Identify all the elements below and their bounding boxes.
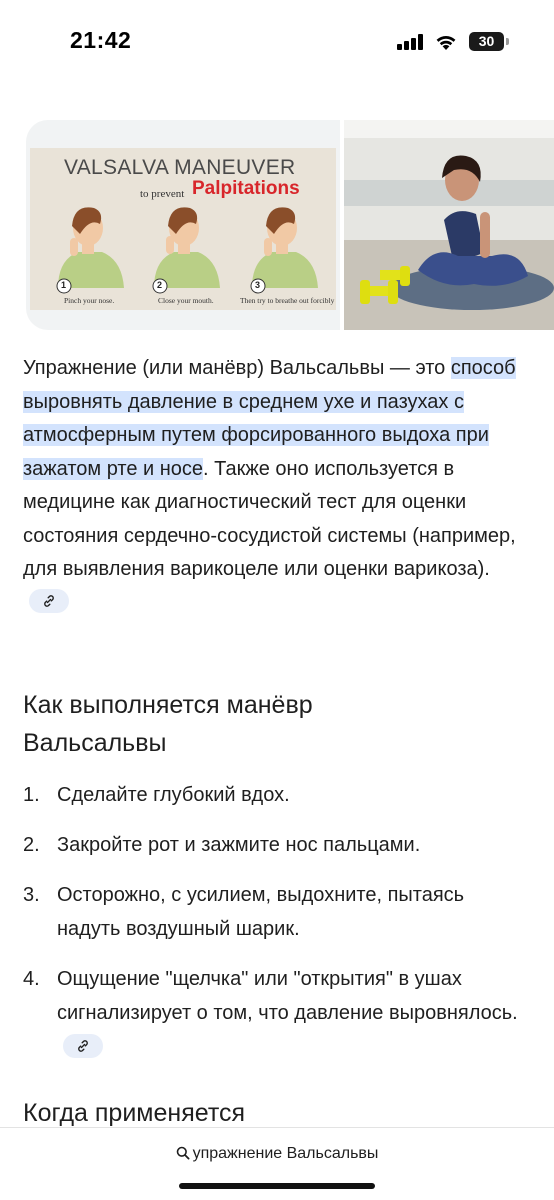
list-item: 3. Осторожно, с усилием, выдохните, пыта… xyxy=(23,878,533,946)
step-number: 1. xyxy=(23,784,40,806)
status-time: 21:42 xyxy=(70,27,132,53)
step-number: 2. xyxy=(23,834,40,856)
image-strip[interactable]: VALSALVA MANEUVER to prevent Palpitation… xyxy=(26,120,554,330)
illustration-figures xyxy=(56,207,318,294)
cellular-signal-icon xyxy=(397,34,425,50)
illustration-panel: VALSALVA MANEUVER to prevent Palpitation… xyxy=(30,148,336,310)
valsalva-illustration-image[interactable]: VALSALVA MANEUVER to prevent Palpitation… xyxy=(26,120,340,330)
step-number-2: 2 xyxy=(157,280,163,290)
step-number: 3. xyxy=(23,884,40,906)
list-item: 1. Сделайте глубокий вдох. xyxy=(23,778,533,812)
step-number-1: 1 xyxy=(61,280,67,290)
link-icon xyxy=(44,595,54,607)
intro-paragraph: Упражнение (или манёвр) Вальсальвы — это… xyxy=(23,352,533,620)
step-text: Ощущение "щелчка" или "открытия" в ушах … xyxy=(57,968,518,1024)
illustration-caption: Pinch your nose. xyxy=(64,296,115,305)
wifi-icon xyxy=(434,31,458,51)
link-icon xyxy=(78,1039,88,1052)
battery-level: 30 xyxy=(478,33,495,49)
source-link-button[interactable] xyxy=(29,589,69,614)
illustration-caption: Close your mouth. xyxy=(158,296,214,305)
fitness-photo xyxy=(344,120,554,330)
home-indicator[interactable] xyxy=(179,1183,375,1189)
step-number: 4. xyxy=(23,968,40,990)
status-bar: 21:42 30 xyxy=(0,0,554,84)
bottom-search-bar[interactable]: упражнение Вальсальвы xyxy=(0,1127,554,1200)
search-query-button[interactable]: упражнение Вальсальвы xyxy=(0,1145,554,1163)
article-intro: Упражнение (или манёвр) Вальсальвы — это… xyxy=(23,352,533,620)
search-query-text: упражнение Вальсальвы xyxy=(192,1145,379,1162)
search-icon xyxy=(176,1146,190,1160)
step-text: Сделайте глубокий вдох. xyxy=(57,784,290,806)
step-number-3: 3 xyxy=(255,280,261,290)
battery-icon: 30 xyxy=(469,32,509,51)
step-text: Осторожно, с усилием, выдохните, пытаясь… xyxy=(57,884,465,940)
list-item: 4. Ощущение "щелчка" или "открытия" в уш… xyxy=(23,962,533,1064)
list-item: 2. Закройте рот и зажмите нос пальцами. xyxy=(23,828,533,862)
illustration-caption: Then try to breathe out forcibly xyxy=(240,296,335,305)
source-link-button[interactable] xyxy=(63,1033,103,1058)
section-heading-how: Как выполняется манёвр Вальсальвы xyxy=(23,691,313,757)
intro-text-start: Упражнение (или манёвр) Вальсальвы — это xyxy=(23,357,446,379)
step-text: Закройте рот и зажмите нос пальцами. xyxy=(57,834,421,856)
steps-list: 1. Сделайте глубокий вдох. 2. Закройте р… xyxy=(23,778,533,1064)
fitness-photo-image[interactable] xyxy=(344,120,554,330)
